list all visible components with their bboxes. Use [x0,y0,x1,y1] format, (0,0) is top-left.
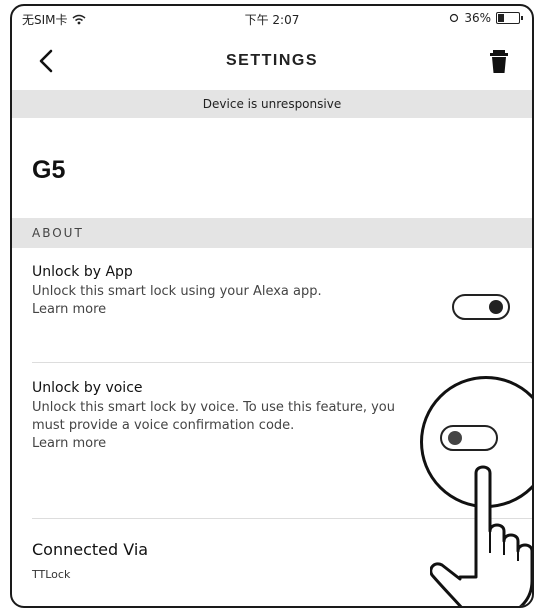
pointing-hand-icon [430,465,532,606]
setting-unlock-by-app: Unlock by App Unlock this smart lock usi… [32,264,412,319]
setting-description: Unlock this smart lock by voice. To use … [32,400,395,433]
connected-via-label: Connected Via [32,540,149,559]
setting-title: Unlock by App [32,264,133,280]
device-name: G5 [32,156,66,184]
battery-icon [496,12,523,24]
phone-screen: 无SIM卡 下午 2:07 36% SETTINGS Device is unr… [10,4,534,608]
page-title: SETTINGS [225,52,318,69]
battery-fill [498,14,504,22]
section-header-about: ABOUT [12,218,532,248]
toggle-knob [489,300,503,314]
learn-more-link[interactable]: Learn more [32,435,412,453]
trash-icon[interactable] [484,46,514,76]
status-bar: 无SIM卡 下午 2:07 36% [12,6,532,32]
connected-via-value: TTLock [32,568,71,581]
nav-bar: SETTINGS [12,32,532,90]
setting-description: Unlock this smart lock using your Alexa … [32,284,322,299]
location-icon [450,13,459,23]
battery-percent: 36% [464,11,491,25]
setting-title: Unlock by voice [32,380,143,396]
setting-unlock-by-voice: Unlock by voice Unlock this smart lock b… [32,380,412,453]
unlock-by-app-toggle[interactable] [452,294,510,320]
divider [32,362,532,363]
unresponsive-banner: Device is unresponsive [12,90,532,118]
learn-more-link[interactable]: Learn more [32,301,412,319]
